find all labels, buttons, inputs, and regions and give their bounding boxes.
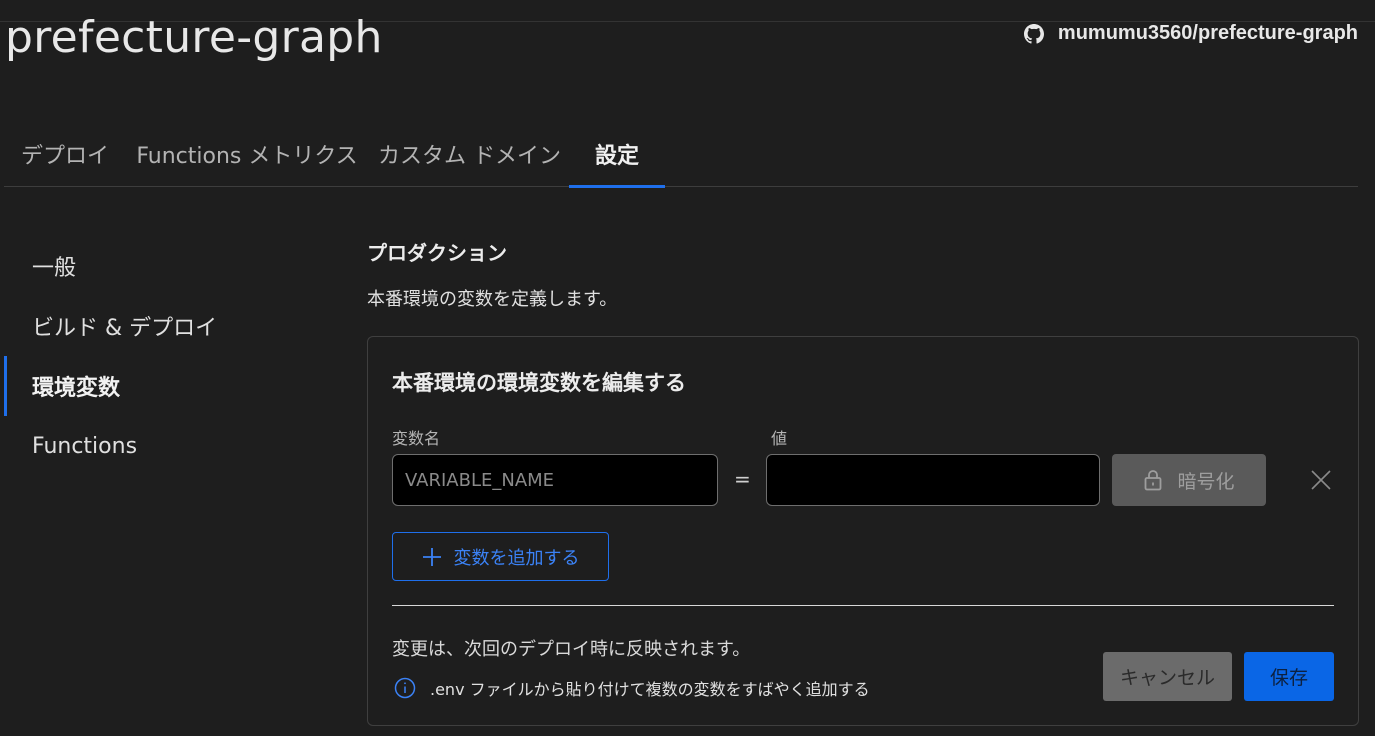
- env-vars-card: 本番環境の環境変数を編集する 変数名 値 = 暗号化: [367, 336, 1359, 726]
- encrypt-label: 暗号化: [1177, 470, 1235, 493]
- card-title: 本番環境の環境変数を編集する: [392, 371, 686, 395]
- env-paste-hint-text: .env ファイルから貼り付けて複数の変数をすばやく追加する: [430, 680, 870, 699]
- deploy-note: 変更は、次回のデプロイ時に反映されます。: [392, 639, 751, 660]
- plus-icon: [422, 547, 442, 567]
- tab-functions-metrics[interactable]: Functions メトリクス: [136, 122, 357, 186]
- page-title: prefecture-graph: [5, 12, 383, 63]
- save-button[interactable]: 保存: [1244, 652, 1334, 701]
- settings-sidebar: 一般 ビルド & デプロイ 環境変数 Functions: [4, 236, 334, 476]
- sidebar-item-build-deploy[interactable]: ビルド & デプロイ: [4, 296, 334, 356]
- lock-icon: [1143, 469, 1163, 491]
- section-title: プロダクション: [367, 241, 507, 265]
- tab-deploy[interactable]: デプロイ: [21, 122, 109, 186]
- section-description: 本番環境の変数を定義します。: [367, 289, 618, 310]
- info-icon: [394, 677, 416, 699]
- repo-link[interactable]: mumumu3560/prefecture-graph: [1023, 22, 1358, 45]
- add-variable-label: 変数を追加する: [453, 547, 580, 569]
- remove-variable-button[interactable]: [1308, 467, 1334, 493]
- sidebar-item-functions[interactable]: Functions: [4, 416, 334, 476]
- tab-bar: デプロイ Functions メトリクス カスタム ドメイン 設定: [4, 122, 1358, 188]
- tab-settings[interactable]: 設定: [569, 122, 665, 188]
- close-icon: [1308, 467, 1334, 493]
- equals-sign: =: [734, 467, 751, 491]
- sidebar-item-env-vars[interactable]: 環境変数: [4, 356, 334, 416]
- github-icon: [1023, 23, 1044, 44]
- sidebar-item-general[interactable]: 一般: [4, 236, 334, 296]
- cancel-button[interactable]: キャンセル: [1103, 652, 1232, 701]
- encrypt-button[interactable]: 暗号化: [1112, 454, 1266, 506]
- name-label: 変数名: [392, 429, 441, 448]
- value-label: 値: [771, 429, 788, 448]
- variable-name-input[interactable]: [392, 454, 718, 506]
- variable-value-input[interactable]: [766, 454, 1100, 506]
- tab-custom-domain[interactable]: カスタム ドメイン: [378, 122, 561, 186]
- repo-name: mumumu3560/prefecture-graph: [1057, 22, 1358, 44]
- env-paste-hint[interactable]: .env ファイルから貼り付けて複数の変数をすばやく追加する: [394, 676, 870, 700]
- card-divider: [392, 605, 1334, 606]
- add-variable-button[interactable]: 変数を追加する: [392, 532, 609, 581]
